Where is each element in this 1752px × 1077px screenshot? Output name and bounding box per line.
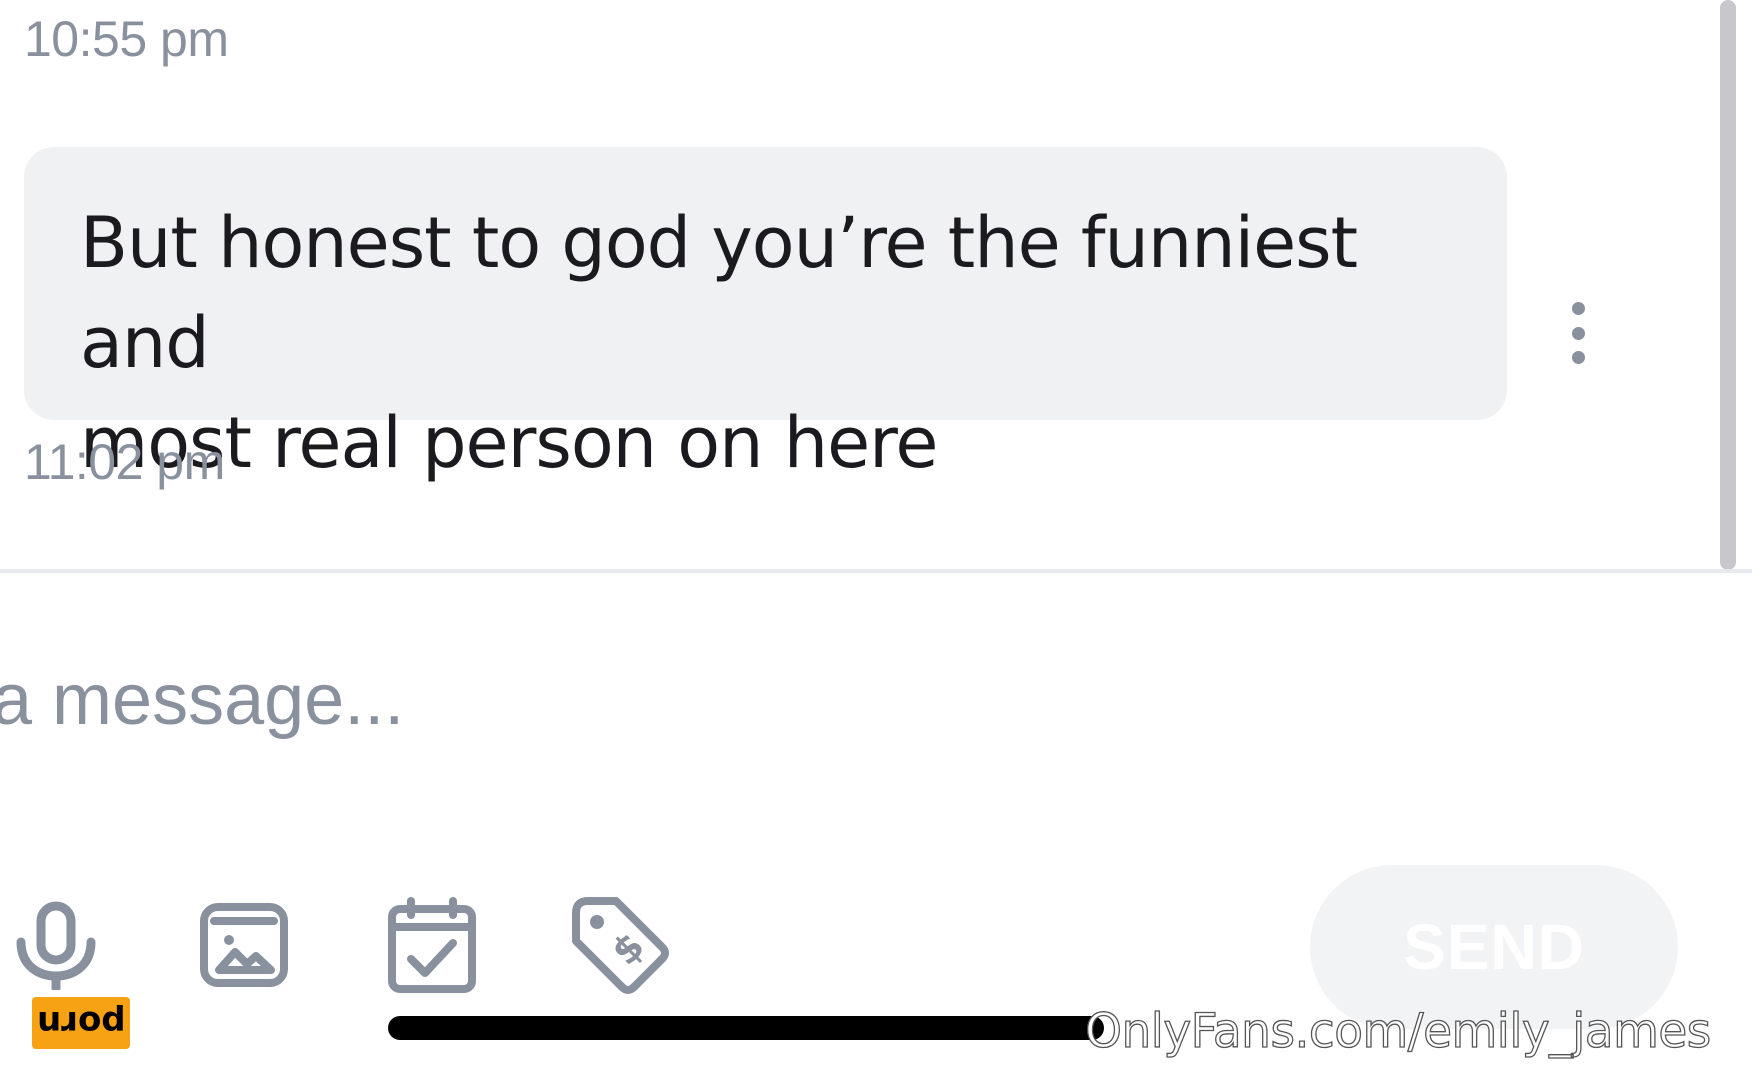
schedule-button[interactable] [382,895,482,995]
composer-divider [0,569,1752,573]
badge-text: porn [36,1003,126,1043]
message-timestamp: 11:02 pm [24,434,225,490]
message-input[interactable] [0,650,1292,750]
message-more-options-icon[interactable] [1556,302,1600,364]
message-text-line: most real person on here [80,402,938,484]
microphone-icon [16,901,96,990]
message-bubble[interactable]: But honest to god you’re the funniest an… [24,147,1507,484]
message-text: But honest to god you’re the funniest an… [80,193,1451,493]
set-price-button[interactable]: $ [570,895,670,995]
voice-message-button[interactable] [6,895,106,995]
calendar-check-icon [388,897,476,993]
watermark-text: OnlyFans.com/emily_james [1084,1003,1712,1059]
image-icon [200,903,288,987]
message-timestamp: 10:55 pm [24,11,229,67]
porn-badge: porn [32,997,130,1049]
more-dot [1571,302,1585,315]
message-text-line: But honest to god you’re the funniest an… [80,202,1358,384]
add-media-button[interactable] [194,895,294,995]
price-tag-icon: $ [572,897,669,994]
scrollbar[interactable] [1720,0,1736,570]
more-dot [1571,351,1585,364]
home-indicator[interactable] [388,1016,1104,1040]
more-dot [1571,326,1585,340]
